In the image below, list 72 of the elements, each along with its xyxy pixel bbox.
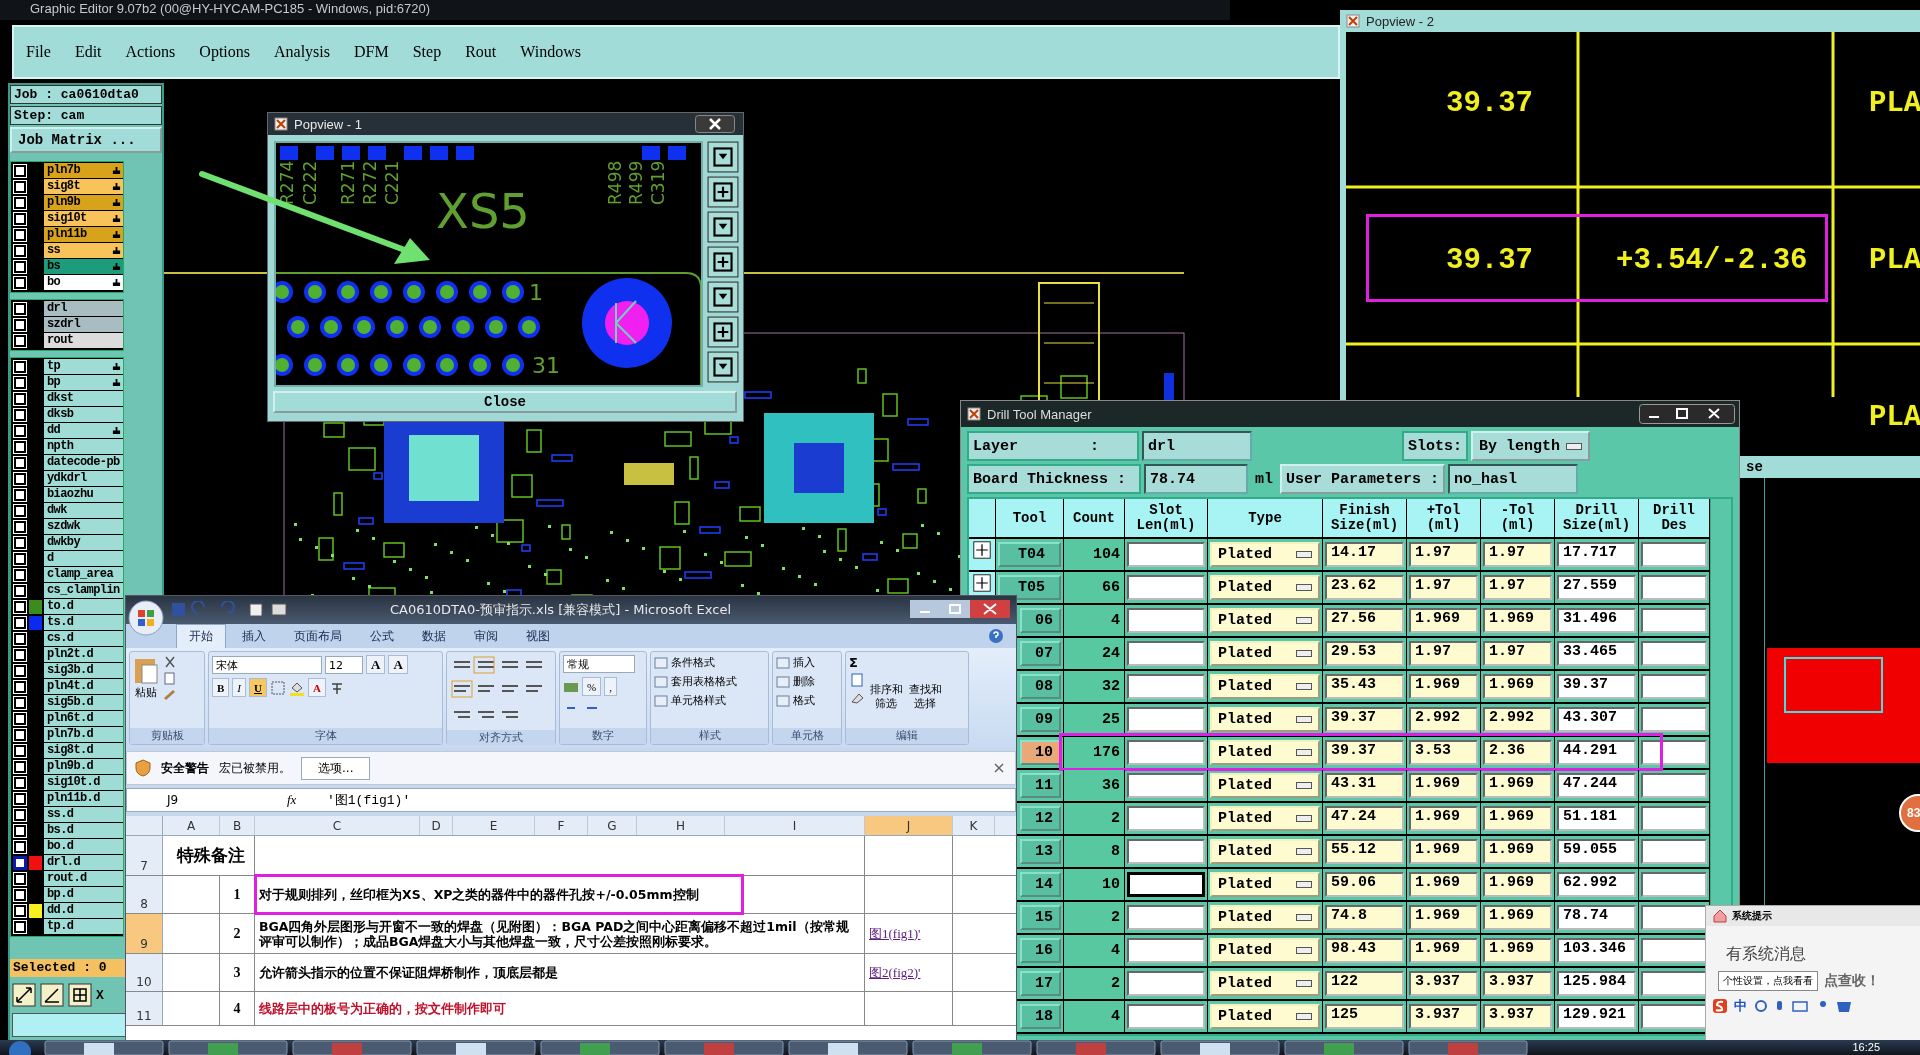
step-label: Step: cam: [10, 106, 162, 125]
count-cell: 2: [1064, 803, 1125, 834]
tooltip: 个性设置，点我看看: [1718, 971, 1818, 991]
group-label: 字体: [209, 728, 442, 744]
count-cell: 36: [1064, 770, 1125, 801]
count-badge: 83: [1899, 794, 1920, 832]
table-cell: 3: [220, 954, 255, 991]
component-label: C222: [300, 160, 320, 205]
pin-label: 1: [529, 280, 543, 305]
count-cell: 25: [1064, 704, 1125, 735]
column-header: Finish Size(ml): [1323, 499, 1407, 537]
component-label: C221: [382, 160, 402, 205]
count-cell: 2: [1064, 968, 1125, 999]
pin-label: 31: [532, 353, 560, 378]
table-cell: 允许箭头指示的位置不保证阻焊桥制作，顶底层都是: [255, 954, 865, 991]
column-header: Drill Size(ml): [1555, 499, 1639, 537]
window-title: Graphic Editor 9.07b2 (00@HY-HYCAM-PC185 - Windows, pid:6720): [0, 0, 1230, 20]
count-cell: 4: [1064, 605, 1125, 636]
thickness-label: Board Thickness :: [967, 464, 1141, 494]
count-cell: 66: [1064, 572, 1125, 603]
component-label: R272: [360, 160, 380, 205]
reference-label: XS5: [436, 183, 530, 239]
window-title: Popview - 1: [294, 116, 362, 132]
count-cell: 176: [1064, 737, 1125, 768]
component-label: R274: [277, 160, 297, 205]
notification-title: 系统提示: [1732, 909, 1772, 923]
column-header: +Tol (ml): [1407, 499, 1481, 537]
table-cell: 2: [220, 914, 255, 953]
component-label: C319: [648, 160, 668, 205]
clock: 16:25: [1852, 1040, 1880, 1055]
job-label: Job : ca0610dta0: [10, 85, 162, 104]
warning-message: 宏已被禁用。: [219, 759, 291, 777]
count-cell: 4: [1064, 1001, 1125, 1032]
window-title: Drill Tool Manager: [987, 406, 1092, 422]
finish-size-text: 39.37: [1446, 244, 1533, 277]
column-header: Tool: [996, 499, 1064, 537]
warning-title: 安全警告: [161, 759, 209, 777]
count-cell: 2: [1064, 902, 1125, 933]
window-title: CA0610DTA0-预审指示.xls [兼容模式] - Microsoft Excel: [390, 601, 732, 619]
count-cell: 10: [1064, 869, 1125, 900]
count-cell: 8: [1064, 836, 1125, 867]
finish-size-text: 39.37: [1446, 87, 1533, 120]
notification-message: 有系统消息: [1725, 944, 1807, 965]
column-header: -Tol (ml): [1481, 499, 1555, 537]
group-label: 单元格: [773, 728, 841, 744]
column-header: Count: [1064, 499, 1125, 537]
layer-label: Layer :: [967, 431, 1139, 461]
component-label: R271: [338, 160, 358, 205]
group-label: 编辑: [846, 728, 968, 744]
group-label: 对齐方式: [447, 730, 555, 745]
window-title: Popview - 2: [1366, 13, 1434, 29]
column-header: Type: [1208, 499, 1323, 537]
count-cell: 4: [1064, 935, 1125, 966]
table-cell-text: 特殊备注: [175, 844, 245, 867]
unit-label: ml: [1254, 469, 1274, 490]
group-label: 样式: [651, 728, 768, 744]
component-label: R499: [626, 160, 646, 205]
table-cell: BGA四角外层图形与开窗不一致的焊盘（见附图）：BGA PAD之间中心距离偏移不超过1mil（按常规评审可以制作）；成品BGA焊盘大小与其他焊盘一致，尺寸公差按照刚标要求。: [255, 914, 865, 953]
group-label: 数字: [560, 728, 646, 744]
component-label: R498: [605, 160, 625, 205]
table-cell: 线路层中的板号为正确的，按文件制作即可: [255, 992, 865, 1025]
count-cell: 104: [1064, 539, 1125, 570]
table-cell: 对于规则排列，丝印框为XS、XP之类的器件中的器件孔按+/-0.05mm控制: [255, 876, 865, 913]
coordinate-label: X: [96, 987, 104, 1003]
table-cell: 1: [220, 876, 255, 913]
count-cell: 24: [1064, 638, 1125, 669]
group-label: 剪贴板: [130, 728, 204, 744]
table-cell: 4: [220, 992, 255, 1025]
count-cell: 32: [1064, 671, 1125, 702]
tolerance-text: +3.54/-2.36: [1616, 244, 1808, 277]
column-header: Slot Len(ml): [1125, 499, 1208, 537]
slots-label: Slots:: [1401, 431, 1468, 461]
